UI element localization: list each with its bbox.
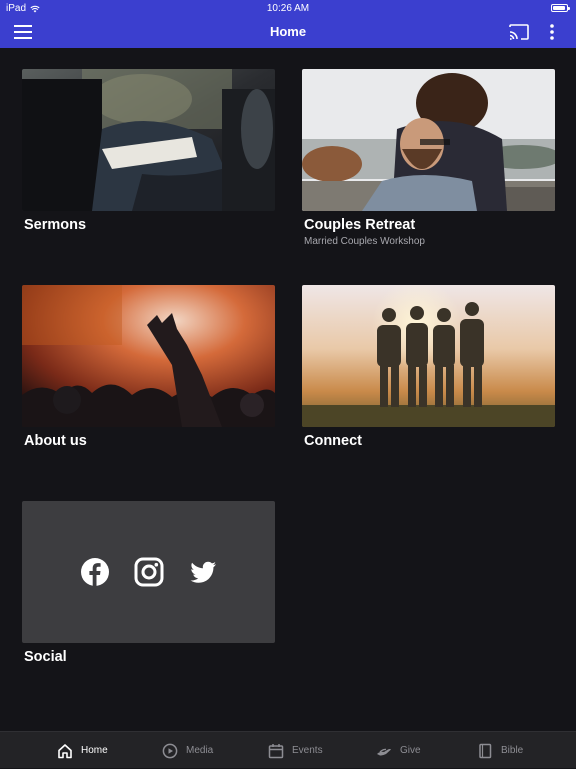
more-vert-icon[interactable] [545, 23, 559, 41]
tab-events[interactable]: Events [268, 732, 323, 769]
card-about-us[interactable]: About us [22, 285, 275, 449]
card-couples-retreat[interactable]: Couples Retreat Married Couples Workshop [302, 69, 555, 247]
home-icon [58, 743, 72, 758]
twitter-icon[interactable] [188, 557, 218, 587]
tab-label: Bible [501, 745, 524, 756]
book-icon [479, 743, 492, 758]
page-title: Home [269, 24, 307, 39]
card-connect[interactable]: Connect [302, 285, 555, 449]
social-tile [22, 501, 275, 643]
status-time: 10:26 AM [266, 3, 310, 14]
status-bar: iPad 10:26 AM [0, 0, 576, 16]
card-subtitle: Married Couples Workshop [304, 236, 425, 247]
play-circle-icon [162, 743, 178, 758]
give-icon [377, 748, 391, 755]
card-sermons[interactable]: Sermons [22, 69, 275, 233]
app-bar: Home [0, 16, 576, 48]
connect-image [302, 285, 555, 427]
card-social[interactable]: Social [22, 501, 275, 665]
sermons-image [22, 69, 275, 211]
couples-retreat-image [302, 69, 555, 211]
bottom-nav: Home Media Events Give Bible [0, 731, 576, 768]
tab-label: Home [81, 745, 108, 756]
tab-bible[interactable]: Bible [477, 732, 523, 769]
cast-icon[interactable] [509, 24, 529, 40]
battery-icon [551, 4, 570, 12]
tab-give[interactable]: Give [376, 732, 421, 769]
battery-level [553, 6, 565, 10]
card-title: Connect [304, 433, 362, 449]
facebook-icon[interactable] [80, 557, 110, 587]
tab-label: Give [400, 745, 421, 756]
calendar-icon [268, 743, 284, 758]
card-title: Couples Retreat [304, 217, 416, 233]
tab-label: Events [292, 745, 323, 756]
card-title: Sermons [24, 217, 87, 233]
about-us-image [22, 285, 275, 427]
tab-label: Media [186, 745, 214, 756]
tab-home[interactable]: Home [57, 732, 108, 769]
card-title: About us [24, 433, 87, 449]
tab-media[interactable]: Media [162, 732, 213, 769]
card-title: Social [24, 649, 67, 665]
instagram-icon[interactable] [134, 557, 164, 587]
